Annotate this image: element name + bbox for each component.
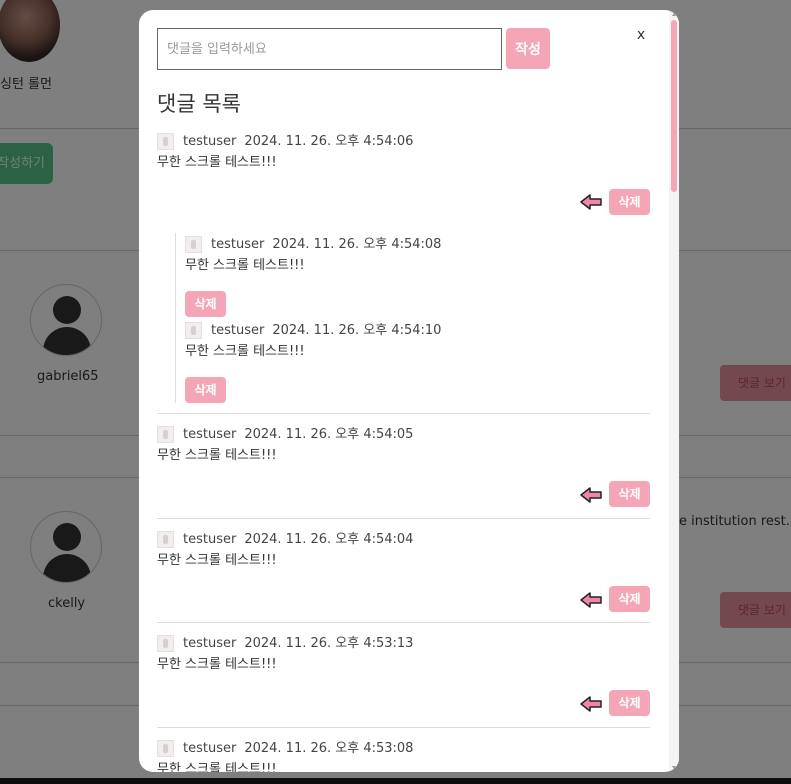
scroll-up-icon[interactable]	[672, 13, 676, 16]
scrollbar-thumb[interactable]	[671, 20, 677, 192]
comment-text: 무한 스크롤 테스트!!!	[157, 553, 277, 568]
comment-time: 2024. 11. 26. 오후 4:53:08	[244, 741, 414, 756]
comment-time: 2024. 11. 26. 오후 4:54:05	[244, 427, 414, 442]
scroll-down-icon[interactable]	[672, 766, 676, 769]
comment-meta: testuser 2024. 11. 26. 오후 4:54:05	[157, 426, 413, 444]
reply-thread-line	[175, 233, 176, 403]
reply-item: testuser 2024. 11. 26. 오후 4:54:10 무한 스크롤 …	[185, 322, 650, 406]
comment-divider	[157, 518, 650, 519]
modal-content: 작성 x 댓글 목록 testuser 2024. 11. 26. 오후 4:54…	[139, 10, 669, 772]
comment-text: 무한 스크롤 테스트!!!	[185, 344, 305, 359]
comment-meta: testuser 2024. 11. 26. 오후 4:54:04	[157, 531, 413, 549]
delete-button[interactable]: 삭제	[185, 291, 226, 317]
comment-text: 무한 스크롤 테스트!!!	[157, 657, 277, 672]
comment-list-title: 댓글 목록	[157, 92, 241, 116]
user-avatar-icon	[185, 236, 202, 253]
user-avatar-icon	[157, 133, 174, 150]
user-avatar-icon	[185, 322, 202, 339]
comment-item: testuser 2024. 11. 26. 오후 4:54:04 무한 스크롤 …	[157, 531, 650, 621]
comment-meta: testuser 2024. 11. 26. 오후 4:53:08	[157, 740, 413, 758]
delete-button[interactable]: 삭제	[609, 586, 650, 612]
reply-arrow-icon[interactable]	[580, 194, 602, 210]
user-avatar-icon	[157, 531, 174, 548]
comment-user: testuser	[183, 427, 237, 442]
user-avatar-icon	[157, 426, 174, 443]
reply-item: testuser 2024. 11. 26. 오후 4:54:08 무한 스크롤 …	[185, 236, 650, 320]
comment-item: testuser 2024. 11. 26. 오후 4:54:06 무한 스크롤 …	[157, 133, 650, 223]
comment-meta: testuser 2024. 11. 26. 오후 4:54:08	[185, 236, 441, 254]
comment-time: 2024. 11. 26. 오후 4:53:13	[244, 636, 414, 651]
comment-time: 2024. 11. 26. 오후 4:54:04	[244, 532, 414, 547]
user-avatar-icon	[157, 740, 174, 757]
comment-time: 2024. 11. 26. 오후 4:54:06	[244, 134, 414, 149]
reply-arrow-icon[interactable]	[580, 592, 602, 608]
comment-user: testuser	[183, 134, 237, 149]
comment-divider	[157, 622, 650, 623]
comment-text: 무한 스크롤 테스트!!!	[185, 258, 305, 273]
delete-button[interactable]: 삭제	[609, 189, 650, 215]
comment-divider	[157, 727, 650, 728]
comment-text: 무한 스크롤 테스트!!!	[157, 762, 277, 772]
delete-button[interactable]: 삭제	[609, 481, 650, 507]
comment-item: testuser 2024. 11. 26. 오후 4:54:05 무한 스크롤 …	[157, 426, 650, 516]
comment-user: testuser	[211, 323, 265, 338]
delete-button[interactable]: 삭제	[185, 377, 226, 403]
comment-input[interactable]	[157, 28, 502, 70]
comment-divider	[157, 413, 650, 414]
comment-item: testuser 2024. 11. 26. 오후 4:53:13 무한 스크롤 …	[157, 635, 650, 725]
reply-arrow-icon[interactable]	[580, 487, 602, 503]
comment-meta: testuser 2024. 11. 26. 오후 4:54:06	[157, 133, 413, 151]
comment-user: testuser	[183, 636, 237, 651]
comment-user: testuser	[183, 741, 237, 756]
comment-item: testuser 2024. 11. 26. 오후 4:53:08 무한 스크롤 …	[157, 740, 650, 772]
comment-text: 무한 스크롤 테스트!!!	[157, 155, 277, 170]
comment-time: 2024. 11. 26. 오후 4:54:10	[272, 323, 442, 338]
comment-user: testuser	[211, 237, 265, 252]
reply-arrow-icon[interactable]	[580, 696, 602, 712]
comment-meta: testuser 2024. 11. 26. 오후 4:53:13	[157, 635, 413, 653]
modal-scrollbar[interactable]	[669, 10, 679, 772]
submit-comment-button[interactable]: 작성	[506, 28, 550, 69]
comment-time: 2024. 11. 26. 오후 4:54:08	[272, 237, 442, 252]
comments-modal: 작성 x 댓글 목록 testuser 2024. 11. 26. 오후 4:54…	[139, 10, 679, 772]
close-icon[interactable]: x	[633, 26, 649, 44]
delete-button[interactable]: 삭제	[609, 690, 650, 716]
comment-user: testuser	[183, 532, 237, 547]
comment-meta: testuser 2024. 11. 26. 오후 4:54:10	[185, 322, 441, 340]
comment-text: 무한 스크롤 테스트!!!	[157, 448, 277, 463]
user-avatar-icon	[157, 635, 174, 652]
